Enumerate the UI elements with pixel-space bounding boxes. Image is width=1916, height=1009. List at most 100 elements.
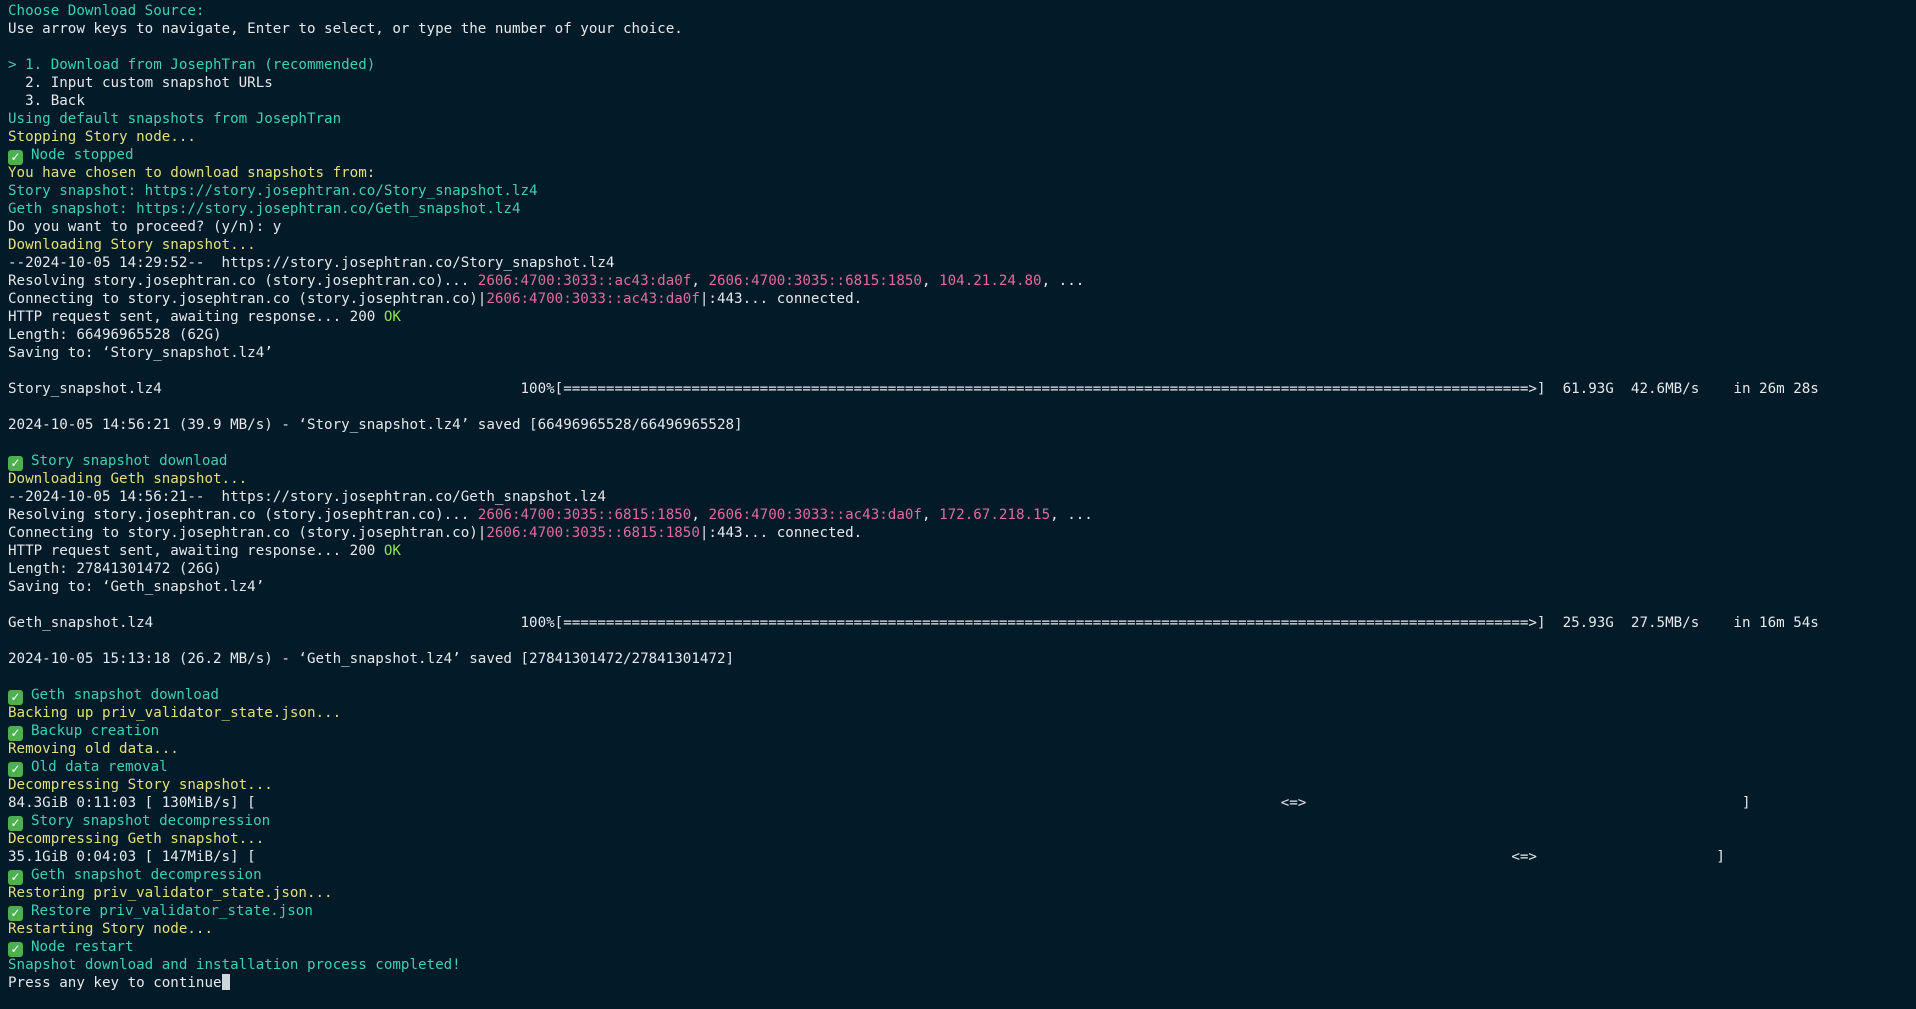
terminal-line: Length: 27841301472 (26G) [8,560,1916,578]
terminal-line: Decompressing Geth snapshot... [8,830,1916,848]
check-icon: ✓ [8,456,23,471]
terminal-text: Resolving story.josephtran.co (story.jos… [8,273,478,289]
terminal-text: |:443... connected. [699,291,863,307]
check-icon: ✓ [8,816,23,831]
terminal-line: Downloading Story snapshot... [8,236,1916,254]
terminal-text: 2606:4700:3035::6815:1850 [708,273,922,289]
terminal-line: Saving to: ‘Story_snapshot.lz4’ [8,344,1916,362]
terminal-line: Geth_snapshot.lz4 100%[=================… [8,614,1916,632]
terminal-line: Using default snapshots from JosephTran [8,110,1916,128]
terminal-line: Restarting Story node... [8,920,1916,938]
terminal-line: 2. Input custom snapshot URLs [8,74,1916,92]
terminal-line: 35.1GiB 0:04:03 [ 147MiB/s] [ <=>] [8,848,1916,866]
terminal-line: You have chosen to download snapshots fr… [8,164,1916,182]
terminal-text: 2606:4700:3033::ac43:da0f [477,273,692,289]
terminal-line: Removing old data... [8,740,1916,758]
terminal-text: Length: 66496965528 (62G) [8,327,222,343]
terminal-text: Restore priv_validator_state.json [31,903,313,919]
terminal-line: 3. Back [8,92,1916,110]
terminal-line: ✓ Old data removal [8,758,1916,777]
terminal-text: OK [383,543,401,559]
terminal-text: Resolving story.josephtran.co (story.jos… [8,507,478,523]
terminal-text: Using default snapshots from JosephTran [8,111,342,127]
terminal-line: Restoring priv_validator_state.json... [8,884,1916,902]
terminal-text: --2024-10-05 14:29:52-- https://story.jo… [8,255,615,271]
terminal-text: Story snapshot: https://story.josephtran… [8,183,538,199]
terminal-line: HTTP request sent, awaiting response... … [8,308,1916,326]
terminal-line: Resolving story.josephtran.co (story.jos… [8,272,1916,290]
terminal-text: > 1. Download from JosephTran (recommend… [8,57,376,73]
terminal-text: --2024-10-05 14:56:21-- https://story.jo… [8,489,606,505]
terminal-text: 2606:4700:3035::6815:1850 [477,507,692,523]
terminal-text: 2606:4700:3035::6815:1850 [486,525,700,541]
terminal-text: Story snapshot decompression [31,813,271,829]
terminal-line: Length: 66496965528 (62G) [8,326,1916,344]
terminal-text: 2606:4700:3033::ac43:da0f [708,507,922,523]
terminal-text: Geth_snapshot.lz4 100%[=================… [8,615,1819,631]
check-icon: ✓ [8,726,23,741]
terminal-line: Stopping Story node... [8,128,1916,146]
terminal-text: Downloading Geth snapshot... [8,471,248,487]
terminal-text: Saving to: ‘Story_snapshot.lz4’ [8,345,273,361]
terminal-line: 2024-10-05 15:13:18 (26.2 MB/s) - ‘Geth_… [8,650,1916,668]
terminal-text: , ... [1050,507,1093,523]
terminal-line: --2024-10-05 14:29:52-- https://story.jo… [8,254,1916,272]
terminal-text: Story snapshot download [31,453,228,469]
terminal-line: 2024-10-05 14:56:21 (39.9 MB/s) - ‘Story… [8,416,1916,434]
check-icon: ✓ [8,762,23,777]
check-icon: ✓ [8,942,23,957]
terminal-window[interactable]: Choose Download Source: Use arrow keys to… [0,0,1916,1009]
terminal-line: ✓ Geth snapshot decompression [8,866,1916,885]
terminal-line: Story_snapshot.lz4 100%[================… [8,380,1916,398]
terminal-text: Node restart [31,939,134,955]
terminal-text: Do you want to proceed? (y/n): y [8,219,282,235]
terminal-text: HTTP request sent, awaiting response... … [8,309,384,325]
terminal-text: Backing up priv_validator_state.json... [8,705,342,721]
terminal-text: Length: 27841301472 (26G) [8,561,222,577]
terminal-text: Connecting to story.josephtran.co (story… [8,525,487,541]
terminal-text: 84.3GiB 0:11:03 [ 130MiB/s] [ <=>] [8,795,1751,811]
terminal-text: 3. Back [8,93,85,109]
terminal-text: , [691,273,709,289]
terminal-text: Geth snapshot: https://story.josephtran.… [8,201,521,217]
terminal-text: , ... [1041,273,1085,289]
terminal-text: Press any key to continue [8,975,222,991]
terminal-text: Restarting Story node... [8,921,213,937]
terminal-text: 104.21.24.80 [939,273,1042,289]
terminal-line: Press any key to continue [8,974,1916,992]
terminal-line: --2024-10-05 14:56:21-- https://story.jo… [8,488,1916,506]
terminal-text: Removing old data... [8,741,179,757]
terminal-line: Choose Download Source: [8,2,1916,20]
terminal-text: 2024-10-05 14:56:21 (39.9 MB/s) - ‘Story… [8,417,743,433]
terminal-text: , [921,273,940,289]
terminal-text: Stopping Story node... [8,129,196,145]
terminal-text: , [921,507,940,523]
terminal-line: Connecting to story.josephtran.co (story… [8,524,1916,542]
terminal-text: 2. Input custom snapshot URLs [8,75,273,91]
terminal-line: ✓ Backup creation [8,722,1916,741]
check-icon: ✓ [8,690,23,705]
terminal-text: Connecting to story.josephtran.co (story… [8,291,487,307]
terminal-line: ✓ Restore priv_validator_state.json [8,902,1916,921]
terminal-text: Decompressing Story snapshot... [8,777,273,793]
terminal-text: 2024-10-05 15:13:18 (26.2 MB/s) - ‘Geth_… [8,651,735,667]
check-icon: ✓ [8,870,23,885]
terminal-text: 2606:4700:3033::ac43:da0f [486,291,700,307]
terminal-line: Do you want to proceed? (y/n): y [8,218,1916,236]
terminal-line: ✓ Story snapshot decompression [8,812,1916,831]
terminal-text: , [691,507,709,523]
terminal-text: 172.67.218.15 [939,507,1051,523]
terminal-line: ✓ Geth snapshot download [8,686,1916,705]
terminal-text: OK [383,309,401,325]
terminal-line: ✓ Node stopped [8,146,1916,165]
terminal-text: |:443... connected. [699,525,863,541]
terminal-text: Restoring priv_validator_state.json... [8,885,333,901]
terminal-line: HTTP request sent, awaiting response... … [8,542,1916,560]
terminal-text: Geth snapshot decompression [31,867,262,883]
terminal-line: Use arrow keys to navigate, Enter to sel… [8,20,1916,38]
terminal-line: Connecting to story.josephtran.co (story… [8,290,1916,308]
